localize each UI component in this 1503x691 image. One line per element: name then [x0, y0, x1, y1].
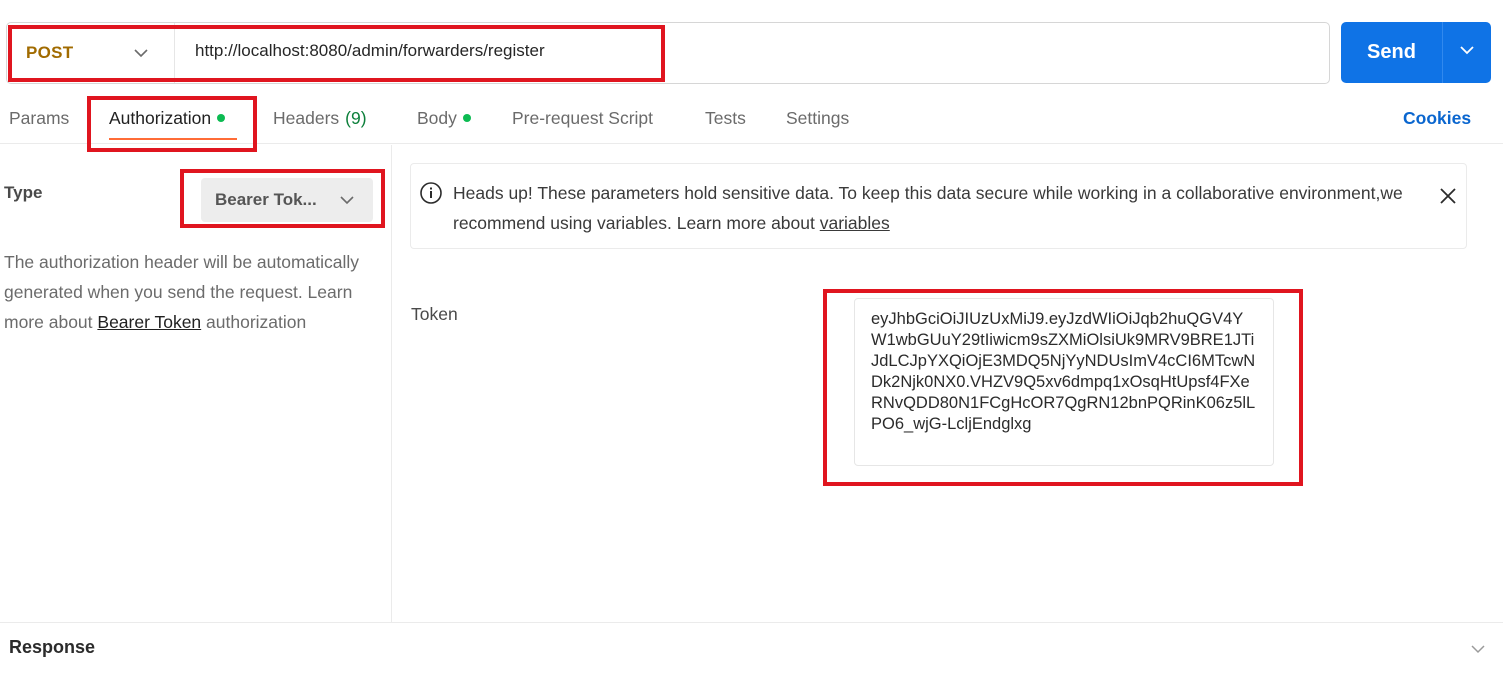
status-dot — [462, 114, 471, 122]
tab-label: Body — [417, 108, 457, 128]
chevron-down-icon — [133, 45, 149, 66]
url-input[interactable]: http://localhost:8080/admin/forwarders/r… — [195, 41, 545, 61]
send-button-group: Send — [1341, 22, 1491, 83]
chevron-down-icon[interactable] — [1470, 641, 1486, 662]
tab-label: Pre-request Script — [512, 108, 654, 128]
notice-message: Heads up! These parameters hold sensitiv… — [453, 183, 1403, 233]
chevron-down-icon — [339, 192, 355, 213]
active-tab-underline — [109, 138, 237, 140]
close-icon[interactable] — [1438, 186, 1458, 211]
auth-type-pane: Type Bearer Tok... The authorization hea… — [0, 145, 392, 623]
auth-type-value: Bearer Tok... — [215, 190, 317, 209]
response-label: Response — [9, 637, 96, 657]
type-label: Type — [4, 183, 43, 202]
auth-type-select[interactable]: Bearer Tok... — [201, 178, 373, 222]
method-label: POST — [26, 43, 74, 62]
tab-settings[interactable]: Settings — [786, 108, 849, 129]
tab-label: Tests — [705, 108, 746, 128]
send-divider — [1442, 22, 1443, 83]
chevron-down-icon — [1459, 42, 1475, 63]
tab-headers[interactable]: Headers (9) — [273, 108, 367, 129]
method-selector[interactable]: POST — [7, 23, 175, 83]
status-dot — [217, 114, 226, 122]
token-label: Token — [411, 304, 458, 324]
tab-tests[interactable]: Tests — [705, 108, 746, 129]
variables-link[interactable]: variables — [820, 213, 890, 233]
token-input[interactable]: eyJhbGciOiJIUzUxMiJ9.eyJzdWIiOiJqb2huQGV… — [854, 298, 1274, 466]
tab-params[interactable]: Params — [9, 108, 69, 129]
tab-authorization[interactable]: Authorization — [109, 108, 226, 129]
tab-label: Authorization — [109, 108, 212, 128]
auth-description: The authorization header will be automat… — [4, 247, 364, 337]
headers-count: (9) — [345, 108, 367, 128]
sensitive-data-notice: Heads up! These parameters hold sensitiv… — [410, 163, 1467, 249]
tab-label: Params — [9, 108, 70, 128]
tab-label: Headers — [273, 108, 340, 128]
tab-pre-request-script[interactable]: Pre-request Script — [512, 108, 653, 129]
info-icon — [419, 181, 443, 210]
tab-body[interactable]: Body — [417, 108, 471, 129]
request-url-bar: POST http://localhost:8080/admin/forward… — [6, 22, 1330, 84]
tab-label: Settings — [786, 108, 850, 128]
auth-description-suffix: authorization — [201, 312, 307, 332]
request-tabs: Params Authorization Headers (9) Body Pre… — [0, 100, 1503, 144]
bearer-token-link[interactable]: Bearer Token — [97, 312, 201, 332]
response-section: Response — [0, 622, 1503, 691]
send-options-button[interactable] — [1443, 22, 1491, 83]
cookies-link[interactable]: Cookies — [1403, 108, 1471, 129]
notice-text: Heads up! These parameters hold sensitiv… — [453, 178, 1403, 238]
send-button[interactable]: Send — [1341, 22, 1442, 83]
